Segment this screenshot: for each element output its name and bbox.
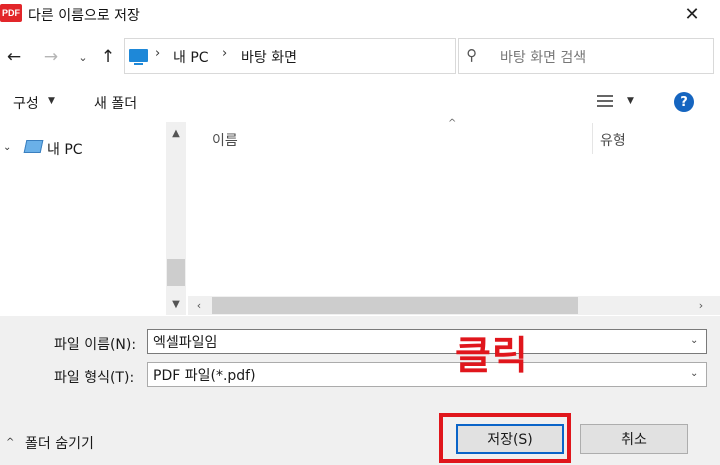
breadcrumb-my-pc[interactable]: 내 PC: [173, 47, 209, 67]
filename-label: 파일 이름(N):: [54, 337, 137, 353]
window-title: 다른 이름으로 저장: [28, 8, 140, 24]
arrow-up-icon: ↑: [100, 47, 116, 67]
back-button[interactable]: ←: [3, 46, 25, 68]
help-icon[interactable]: ?: [674, 92, 694, 112]
close-icon: ✕: [684, 3, 700, 25]
caret-down-icon[interactable]: ▼: [627, 96, 634, 106]
chevron-down-icon[interactable]: ⌄: [690, 368, 698, 379]
scroll-left-icon[interactable]: ‹: [190, 296, 208, 315]
save-button[interactable]: 저장(S): [456, 424, 564, 454]
navigation-scrollbar[interactable]: [166, 122, 186, 315]
monitor-icon: [129, 49, 148, 62]
caret-down-icon[interactable]: ▼: [48, 96, 55, 106]
column-header-type[interactable]: 유형: [600, 130, 626, 150]
search-placeholder: 바탕 화면 검색: [500, 50, 587, 66]
view-options-icon[interactable]: [597, 95, 613, 107]
close-button[interactable]: ✕: [680, 2, 704, 26]
scroll-up-icon[interactable]: ▲: [166, 124, 186, 142]
column-header-name[interactable]: 이름: [212, 130, 238, 150]
cancel-button-label: 취소: [621, 432, 647, 448]
column-divider[interactable]: [592, 123, 593, 154]
breadcrumb-separator-icon[interactable]: ›: [155, 46, 160, 61]
computer-icon: [23, 140, 44, 153]
click-annotation-text: 클릭: [455, 334, 529, 379]
hide-folders-button[interactable]: 폴더 숨기기: [25, 433, 94, 453]
sort-ascending-icon: ^: [448, 118, 457, 129]
filetype-label: 파일 형식(T):: [54, 370, 135, 386]
search-icon: ⚲: [466, 46, 477, 64]
chevron-up-icon[interactable]: ^: [6, 437, 14, 448]
scrollbar-thumb[interactable]: [212, 297, 578, 314]
filetype-value[interactable]: PDF 파일(*.pdf): [153, 365, 256, 385]
filename-field[interactable]: [147, 329, 707, 354]
filename-value[interactable]: 엑셀파일임: [153, 332, 217, 352]
scrollbar-thumb[interactable]: [167, 259, 185, 286]
chevron-down-icon[interactable]: ⌄: [690, 335, 698, 346]
save-button-label: 저장(S): [487, 432, 533, 448]
monitor-stand: [134, 63, 143, 65]
breadcrumb-separator-icon[interactable]: ›: [222, 46, 227, 61]
breadcrumb-desktop[interactable]: 바탕 화면: [241, 47, 297, 67]
tree-expand-chevron-icon[interactable]: ⌄: [3, 142, 11, 153]
arrow-left-icon: ←: [6, 47, 22, 67]
organize-button[interactable]: 구성: [13, 93, 39, 113]
up-button[interactable]: ↑: [97, 46, 119, 68]
scroll-down-icon[interactable]: ▼: [166, 295, 186, 313]
chevron-down-icon: ⌄: [78, 50, 88, 64]
scroll-right-icon[interactable]: ›: [692, 296, 710, 315]
tree-item-my-pc[interactable]: 내 PC: [47, 139, 83, 159]
forward-button[interactable]: →: [40, 46, 62, 68]
file-list[interactable]: [188, 122, 720, 315]
new-folder-button[interactable]: 새 폴더: [94, 93, 137, 113]
pdf-app-icon: PDF: [0, 4, 22, 22]
arrow-right-icon: →: [43, 47, 59, 67]
cancel-button[interactable]: 취소: [580, 424, 688, 454]
recent-locations-button[interactable]: ⌄: [74, 47, 92, 67]
